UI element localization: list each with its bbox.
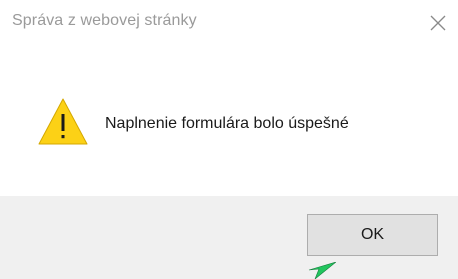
dialog-title: Správa z webovej stránky — [12, 12, 197, 29]
close-button[interactable] — [428, 13, 448, 33]
close-icon — [430, 15, 446, 31]
message-row — [37, 96, 89, 148]
dialog-message: Naplnenie formulára bolo úspešné — [105, 115, 349, 132]
cursor-arrow-icon — [308, 262, 336, 279]
dialog-footer: OK — [0, 196, 458, 279]
ok-button[interactable]: OK — [307, 214, 438, 256]
message-dialog: Správa z webovej stránky Naplnenie formu… — [0, 0, 458, 279]
warning-triangle-icon — [38, 98, 88, 145]
